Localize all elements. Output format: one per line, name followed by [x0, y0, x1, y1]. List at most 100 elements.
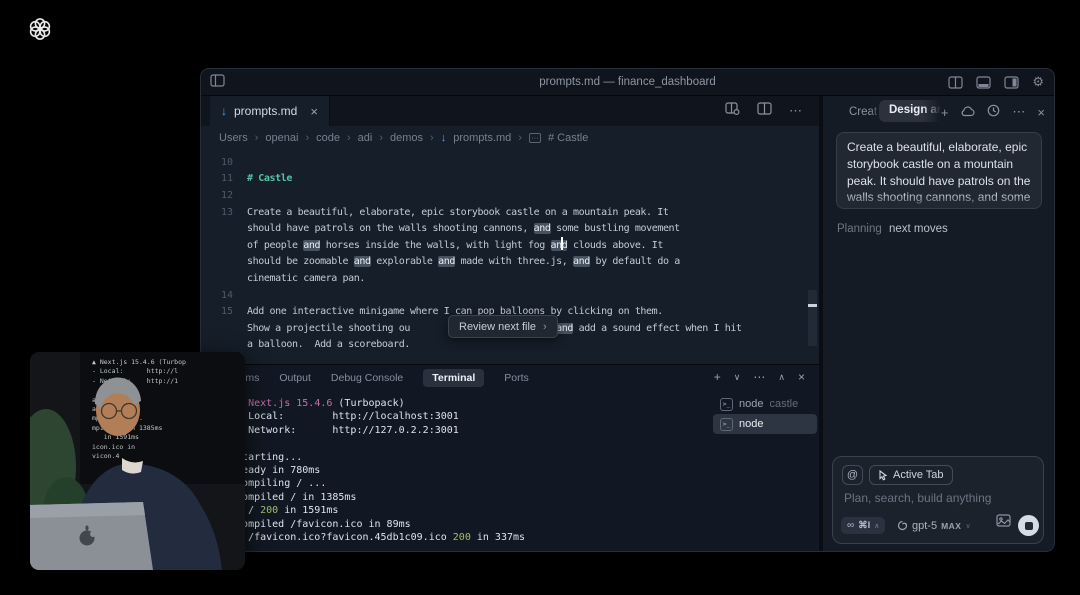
new-chat-icon[interactable]: +: [941, 105, 949, 120]
presenter-illustration: [30, 352, 245, 570]
line-number: 12: [201, 190, 233, 201]
line-number: 15: [201, 306, 233, 317]
breadcrumb-item[interactable]: adi: [358, 132, 373, 144]
terminal-line: ✓ Compiled / in 1385ms: [224, 491, 819, 504]
split-editor-right-icon[interactable]: [757, 102, 772, 120]
terminal-instance-label: node: [739, 398, 763, 410]
more-actions-icon[interactable]: ⋯: [789, 103, 803, 119]
editor-line[interactable]: of people and horses inside the walls, w…: [201, 237, 819, 254]
editor-line[interactable]: should have patrols on the walls shootin…: [201, 220, 819, 237]
assistant-tab-active[interactable]: Design ar: [879, 100, 941, 122]
terminal-tab-debug-console[interactable]: Debug Console: [331, 372, 403, 384]
settings-gear-icon[interactable]: ⚙: [1032, 74, 1044, 90]
editor-line[interactable]: cinematic camera pan.: [201, 270, 819, 287]
window-title: prompts.md — finance_dashboard: [201, 76, 1054, 88]
breadcrumb-item[interactable]: Users: [219, 132, 248, 144]
breadcrumb[interactable]: Users›openai›code›adi›demos›↓prompts.md›…: [201, 126, 819, 150]
line-number: 13: [201, 207, 233, 218]
editor-group: ↓ prompts.md × ⋯: [201, 96, 819, 551]
line-content: should have patrols on the walls shootin…: [247, 223, 680, 234]
toggle-sidebar-icon[interactable]: [210, 74, 225, 87]
terminal-instance-label: node: [739, 418, 763, 430]
breadcrumb-item[interactable]: prompts.md: [453, 132, 511, 144]
model-max-badge: MAX: [941, 521, 961, 531]
editor-line[interactable]: 14: [201, 287, 819, 304]
model-swirl-icon: [897, 520, 908, 531]
terminal-line: ✓ Ready in 780ms: [224, 464, 819, 477]
terminal-instance-node-castle[interactable]: >_nodecastle: [713, 394, 817, 414]
editor-line[interactable]: a balloon. Add a scoreboard.: [201, 337, 819, 354]
breadcrumb-item[interactable]: demos: [390, 132, 423, 144]
terminal-line: GET /favicon.ico?favicon.45db1c09.ico 20…: [224, 531, 819, 544]
window-titlebar: prompts.md — finance_dashboard ⚙: [201, 69, 1054, 96]
tshirt-collar: [122, 458, 143, 474]
editor-line[interactable]: 12: [201, 187, 819, 204]
breadcrumb-separator: ›: [430, 132, 434, 144]
markdown-file-icon: ↓: [221, 105, 227, 117]
line-number: 10: [201, 157, 233, 168]
tab-prompts-md[interactable]: ↓ prompts.md ×: [210, 96, 330, 126]
editor-line[interactable]: should be zoomable and explorable and ma…: [201, 254, 819, 271]
cmd-i-shortcut: ⌘I: [858, 520, 870, 531]
editor-scrollbar[interactable]: [808, 290, 817, 346]
symbol-icon: ···: [529, 133, 541, 143]
open-preview-icon[interactable]: [725, 102, 740, 120]
maximize-panel-icon[interactable]: ∧: [778, 372, 785, 383]
editor-line[interactable]: 13Create a beautiful, elaborate, epic st…: [201, 204, 819, 221]
line-content: a balloon. Add a scoreboard.: [247, 339, 410, 350]
terminal-line: [224, 437, 819, 450]
history-clock-icon[interactable]: [987, 104, 1000, 120]
user-message-card: Create a beautiful, elaborate, epic stor…: [836, 132, 1042, 209]
editor-line[interactable]: 11 # Castle: [201, 171, 819, 188]
terminal-icon: >_: [720, 398, 733, 411]
terminal-line: GET / 200 in 1591ms: [224, 504, 819, 517]
terminal-instance-list: >_nodecastle>_node: [713, 394, 817, 434]
split-editor-icon[interactable]: [948, 76, 963, 89]
breadcrumb-item[interactable]: # Castle: [548, 132, 588, 144]
terminal-instance-node[interactable]: >_node: [713, 414, 817, 434]
terminal-profile-chevron-icon[interactable]: ∨: [734, 372, 741, 383]
terminal-more-icon[interactable]: ⋯: [753, 370, 765, 384]
close-tab-icon[interactable]: ×: [310, 104, 318, 119]
assistant-tab-inactive[interactable]: Creat: [849, 106, 883, 118]
breadcrumb-item[interactable]: code: [316, 132, 340, 144]
terminal-tab-ports[interactable]: Ports: [504, 372, 529, 384]
attach-image-icon[interactable]: [996, 514, 1011, 532]
new-terminal-icon[interactable]: +: [714, 370, 721, 384]
toggle-panel-icon[interactable]: [976, 76, 991, 89]
chevron-up-icon: ∧: [874, 522, 879, 530]
line-content: cinematic camera pan.: [247, 273, 365, 284]
status-dim-text: Planning: [837, 223, 882, 235]
line-content: should be zoomable and explorable and ma…: [247, 256, 680, 267]
assistant-input-box[interactable]: @ Active Tab Plan, search, build anythin…: [832, 456, 1044, 544]
close-panel-icon[interactable]: ×: [798, 370, 805, 384]
markdown-file-icon: ↓: [441, 132, 447, 144]
editor-line[interactable]: 10: [201, 154, 819, 171]
active-tab-context-chip[interactable]: Active Tab: [869, 465, 953, 485]
model-selector[interactable]: gpt-5 MAX ∨: [897, 517, 971, 534]
line-content: # Castle: [247, 173, 292, 184]
infinity-icon: ∞: [847, 520, 854, 531]
toggle-right-panel-icon[interactable]: [1004, 76, 1019, 89]
stop-generation-button[interactable]: [1018, 515, 1039, 536]
editor-scrollbar-cursor-mark: [808, 304, 817, 307]
cloud-icon[interactable]: [960, 105, 975, 120]
input-placeholder: Plan, search, build anything: [844, 491, 991, 505]
line-number: 14: [201, 290, 233, 301]
mention-button[interactable]: @: [842, 465, 863, 485]
close-assistant-icon[interactable]: ×: [1037, 105, 1045, 120]
editor-tabbar: ↓ prompts.md × ⋯: [201, 96, 819, 126]
assistant-panel: Creat Design ar + ⋯ × Create a beautiful…: [819, 96, 1054, 551]
line-number: 11: [201, 173, 233, 184]
terminal-tab-output[interactable]: Output: [279, 372, 311, 384]
breadcrumb-separator: ›: [347, 132, 351, 144]
line-content: of people and horses inside the walls, w…: [247, 240, 663, 251]
terminal-tab-terminal[interactable]: Terminal: [423, 369, 484, 387]
agent-mode-chip[interactable]: ∞ ⌘I ∧: [841, 517, 885, 534]
breadcrumb-separator: ›: [305, 132, 309, 144]
breadcrumb-separator: ›: [379, 132, 383, 144]
breadcrumb-item[interactable]: openai: [265, 132, 298, 144]
panel-more-icon[interactable]: ⋯: [1012, 104, 1025, 120]
review-next-file-tooltip[interactable]: Review next file ›: [448, 315, 558, 338]
terminal-line: ✓ Starting...: [224, 451, 819, 464]
